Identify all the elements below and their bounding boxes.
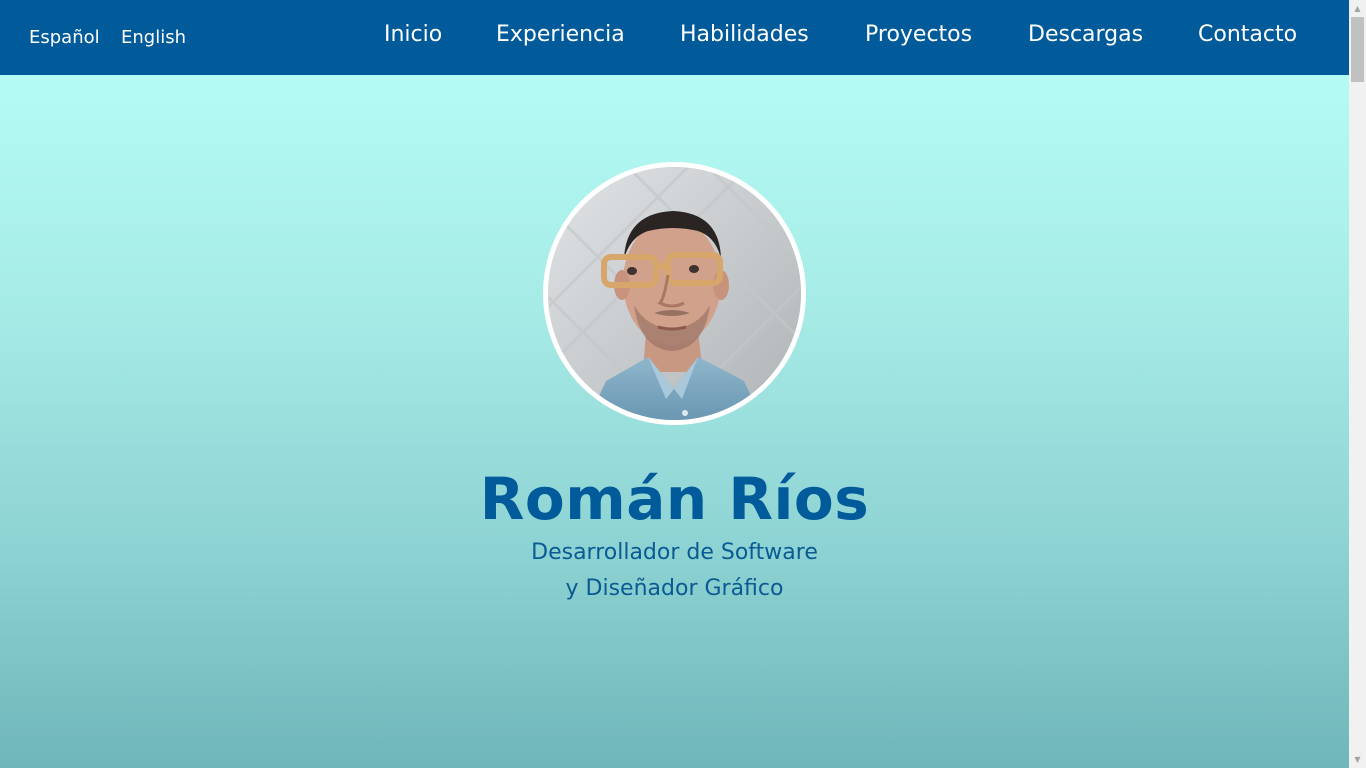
profile-photo: [548, 167, 801, 420]
hero-name: Román Ríos: [479, 465, 870, 533]
nav-link-proyectos[interactable]: Proyectos: [865, 22, 972, 47]
arrow-down-icon[interactable]: ▼: [1349, 751, 1366, 768]
page-viewport: Español English Inicio Experiencia Habil…: [0, 0, 1349, 768]
top-navbar: Español English Inicio Experiencia Habil…: [0, 0, 1349, 75]
arrow-up-icon[interactable]: ▲: [1349, 0, 1366, 17]
nav-link-experiencia[interactable]: Experiencia: [496, 22, 625, 47]
language-spanish-link[interactable]: Español: [29, 27, 100, 48]
language-english-link[interactable]: English: [121, 27, 186, 48]
nav-link-inicio[interactable]: Inicio: [384, 22, 442, 47]
hero-subtitle-line-1: Desarrollador de Software: [531, 540, 818, 565]
scrollbar-thumb[interactable]: [1351, 17, 1364, 82]
profile-photo-illustration: [548, 167, 801, 420]
nav-link-contacto[interactable]: Contacto: [1198, 22, 1297, 47]
hero-subtitle-line-2: y Diseñador Gráfico: [565, 576, 784, 601]
nav-link-descargas[interactable]: Descargas: [1028, 22, 1143, 47]
profile-photo-frame: [543, 162, 806, 425]
vertical-scrollbar[interactable]: ▲ ▼: [1349, 0, 1366, 768]
nav-link-habilidades[interactable]: Habilidades: [680, 22, 809, 47]
